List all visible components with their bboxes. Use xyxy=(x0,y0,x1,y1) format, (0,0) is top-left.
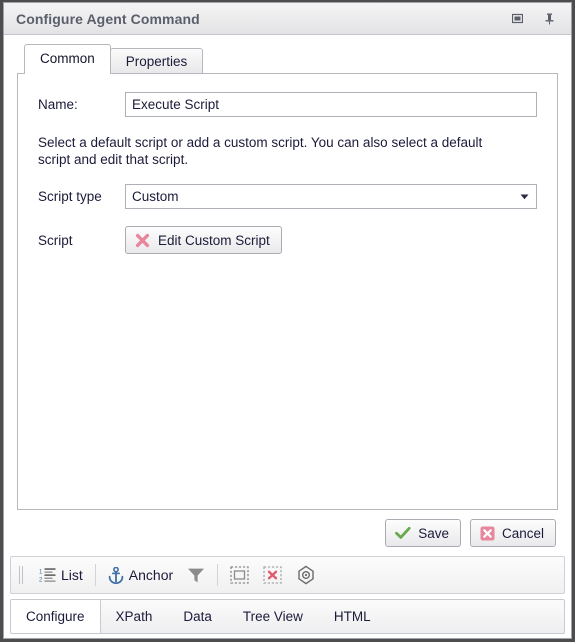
bottom-tabs: Configure XPath Data Tree View HTML xyxy=(10,599,565,634)
name-input[interactable] xyxy=(125,92,537,117)
titlebar: Configure Agent Command xyxy=(4,3,571,35)
bottom-toolbar: 1 2 List Anchor xyxy=(10,556,565,594)
window-inner: Configure Agent Command Common Propertie… xyxy=(3,2,572,639)
target-icon xyxy=(296,565,316,585)
bottom-tab-data-label: Data xyxy=(183,609,212,624)
script-type-label: Script type xyxy=(38,189,102,204)
cancel-button-label: Cancel xyxy=(501,525,544,541)
bottom-tab-tree-view-label: Tree View xyxy=(242,609,303,624)
bottom-tab-data[interactable]: Data xyxy=(168,600,228,633)
svg-text:2: 2 xyxy=(39,577,43,583)
toolbar-select-element-button[interactable] xyxy=(223,561,256,589)
script-type-select[interactable]: Custom xyxy=(125,184,537,209)
remove-selection-icon xyxy=(263,566,282,584)
save-button-label: Save xyxy=(418,525,449,541)
name-label: Name: xyxy=(38,97,78,112)
pin-icon[interactable] xyxy=(541,11,557,27)
filter-icon xyxy=(187,567,205,584)
numbered-list-icon: 1 2 xyxy=(39,567,56,583)
titlebar-buttons xyxy=(509,11,561,27)
toolbar-anchor-button[interactable]: Anchor xyxy=(101,561,180,589)
restore-icon[interactable] xyxy=(509,11,525,27)
toolbar-list-label: List xyxy=(61,567,83,583)
toolbar-separator-1 xyxy=(94,564,96,586)
bottom-tab-xpath-label: XPath xyxy=(115,609,153,624)
tab-panel-common: Name: Select a default script or add a c… xyxy=(17,73,558,510)
save-button[interactable]: Save xyxy=(385,519,461,547)
script-label: Script xyxy=(38,232,73,248)
toolbar-filter-button[interactable] xyxy=(180,561,212,589)
bottom-tab-html-label: HTML xyxy=(333,609,371,624)
bottom-tab-tree-view[interactable]: Tree View xyxy=(228,600,319,633)
form-row-script-type: Script type Custom xyxy=(38,184,537,209)
dialog-footer: Save Cancel xyxy=(17,510,558,556)
cross-icon xyxy=(135,233,150,248)
select-element-icon xyxy=(230,566,249,584)
svg-text:1: 1 xyxy=(39,569,43,575)
script-type-value: Custom xyxy=(132,189,179,204)
anchor-icon xyxy=(108,566,124,584)
toolbar-target-button[interactable] xyxy=(289,561,323,589)
bottom-tab-configure-label: Configure xyxy=(26,609,85,624)
toolbar-drag-handle[interactable] xyxy=(16,564,26,586)
tab-common[interactable]: Common xyxy=(24,44,111,74)
checkmark-icon xyxy=(395,526,411,540)
form-row-script: Script Edit Custom Script xyxy=(38,226,537,254)
help-text: Select a default script or add a custom … xyxy=(38,135,483,167)
cancel-button[interactable]: Cancel xyxy=(469,519,556,547)
tab-common-label: Common xyxy=(40,51,95,66)
tab-properties[interactable]: Properties xyxy=(109,48,204,73)
bottom-tab-configure[interactable]: Configure xyxy=(11,600,101,633)
toolbar-anchor-label: Anchor xyxy=(128,567,174,583)
window-title: Configure Agent Command xyxy=(16,10,200,27)
edit-custom-script-button[interactable]: Edit Custom Script xyxy=(125,226,282,254)
toolbar-list-button[interactable]: 1 2 List xyxy=(32,561,90,589)
form-row-name: Name: xyxy=(38,92,537,117)
tab-properties-label: Properties xyxy=(125,54,188,69)
chevron-down-icon xyxy=(519,191,530,202)
application-window: Configure Agent Command Common Propertie… xyxy=(0,0,575,642)
toolbar-remove-selection-button[interactable] xyxy=(256,561,289,589)
toolbar-separator-2 xyxy=(217,564,219,586)
bottom-tab-xpath[interactable]: XPath xyxy=(101,600,169,633)
tab-strip: Common Properties xyxy=(17,44,558,74)
dialog-body: Common Properties Name: Select a default… xyxy=(4,35,571,556)
bottom-tabs-container: Configure XPath Data Tree View HTML xyxy=(4,594,571,638)
edit-custom-script-label: Edit Custom Script xyxy=(158,232,270,248)
cancel-x-icon xyxy=(480,526,495,541)
bottom-tab-html[interactable]: HTML xyxy=(319,600,387,633)
